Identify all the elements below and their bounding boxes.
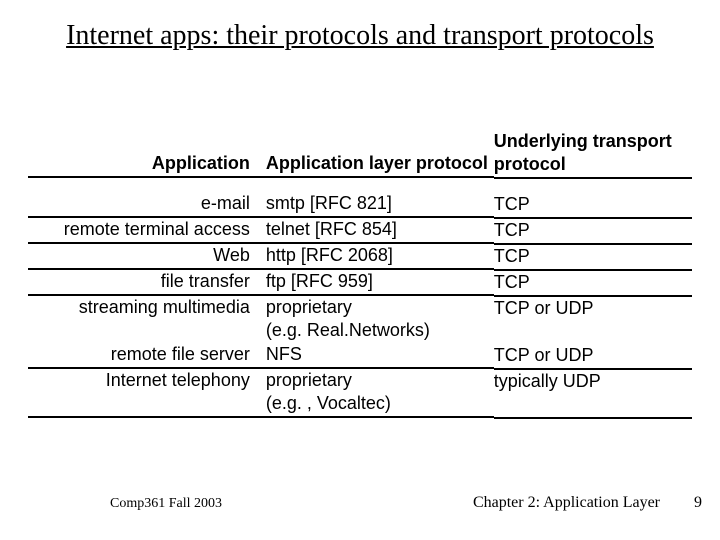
app-cell: streaming multimedia [28,296,266,343]
trans-cell: TCP or UDP [494,297,692,344]
trans-cell: TCP [494,219,692,245]
footer-course: Comp361 Fall 2003 [110,496,222,512]
app-cell: e-mail [28,192,266,218]
app-cell: remote terminal access [28,218,266,244]
trans-cell: TCP or UDP [494,344,692,370]
header-transport: Underlying transport protocol [494,130,692,179]
proto-cell: smtp [RFC 821] [266,192,494,218]
column-application: Application e-mail remote terminal acces… [28,130,266,419]
proto-cell: ftp [RFC 959] [266,270,494,296]
proto-cell: telnet [RFC 854] [266,218,494,244]
trans-cell: TCP [494,245,692,271]
app-cell: remote file server [28,343,266,369]
column-transport: Underlying transport protocol TCP TCP TC… [494,130,692,419]
proto-cell: proprietary (e.g. Real.Networks) [266,296,494,343]
header-application: Application [28,130,266,178]
app-cell: Web [28,244,266,270]
proto-cell: proprietary (e.g. , Vocaltec) [266,369,494,418]
proto-cell: NFS [266,343,494,369]
footer-chapter: Chapter 2: Application Layer [473,494,660,512]
app-cell: Internet telephony [28,369,266,418]
trans-cell: TCP [494,193,692,219]
proto-cell: http [RFC 2068] [266,244,494,270]
slide: Internet apps: their protocols and trans… [0,0,720,540]
column-protocol: Application layer protocol smtp [RFC 821… [266,130,494,419]
slide-title: Internet apps: their protocols and trans… [50,18,670,53]
app-cell: file transfer [28,270,266,296]
trans-cell: TCP [494,271,692,297]
table: Application e-mail remote terminal acces… [28,130,692,419]
trans-cell: typically UDP [494,370,692,419]
header-protocol: Application layer protocol [266,130,494,178]
page-number: 9 [694,494,702,512]
